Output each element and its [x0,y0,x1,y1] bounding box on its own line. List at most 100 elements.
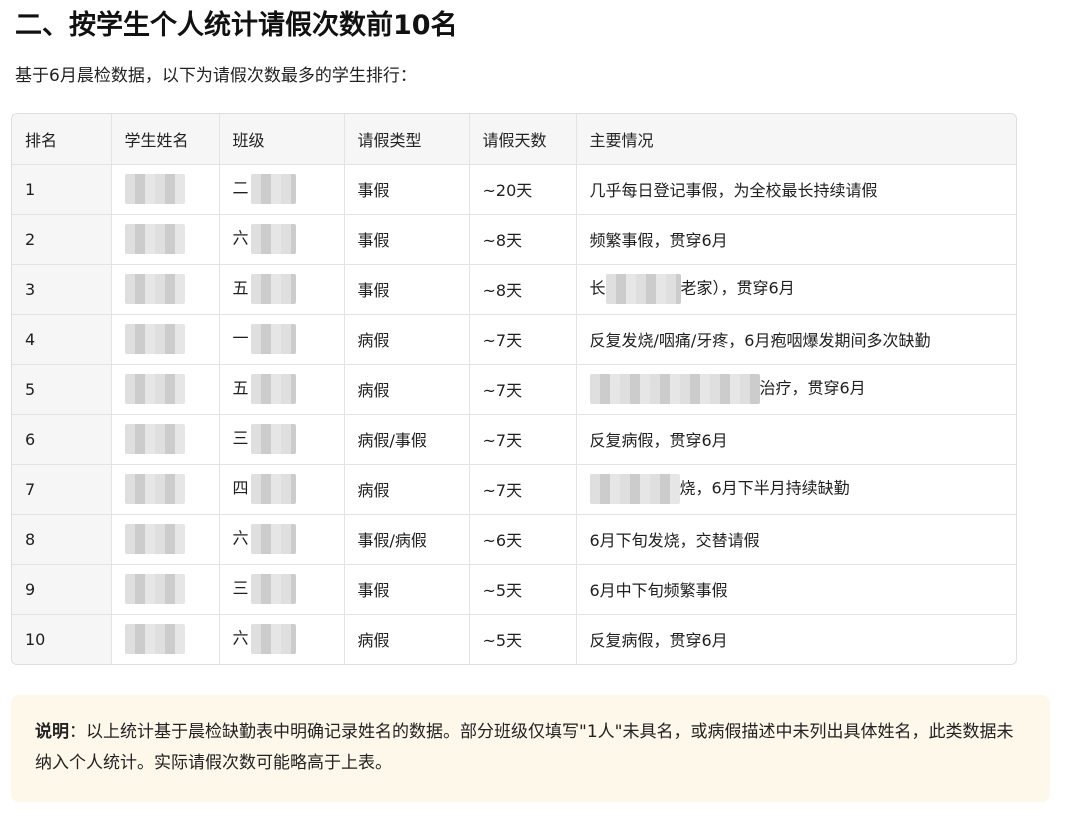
col-header-type: 请假类型 [344,114,470,165]
cell-rank: 2 [12,214,112,265]
cell-days: ~5天 [469,614,577,664]
table-row: 2 六 事假 ~8天 频繁事假，贯穿6月 [12,214,1016,265]
cell-class: 六 [219,514,345,565]
desc-text: 几乎每日登记事假，为全校最长持续请假 [589,181,878,200]
cell-days: ~20天 [469,164,577,215]
cell-type: 病假 [344,364,470,415]
redacted-class [250,224,296,254]
class-prefix: 四 [232,478,249,498]
redacted-name [124,324,185,354]
cell-type: 事假 [344,264,470,315]
cell-desc: 6月中下旬频繁事假 [576,564,1016,615]
redacted-class [250,324,296,354]
cell-class: 四 [219,464,345,515]
cell-desc: 反复病假，贯穿6月 [576,614,1016,664]
cell-days: ~7天 [469,414,577,465]
desc-text: 6月下旬发烧，交替请假 [589,531,760,550]
desc-text: 烧，6月下半月持续缺勤 [679,478,850,498]
table-row: 9 三 事假 ~5天 6月中下旬频繁事假 [12,564,1016,615]
cell-type: 事假 [344,164,470,215]
redacted-name [124,224,185,254]
cell-rank: 5 [12,364,112,415]
class-prefix: 六 [232,228,249,248]
cell-days: ~8天 [469,214,577,265]
redacted-class [250,574,296,604]
cell-rank: 4 [12,314,112,365]
cell-class: 二 [219,164,345,215]
cell-days: ~7天 [469,464,577,515]
col-header-rank: 排名 [12,114,112,165]
redacted-desc [589,474,680,504]
table-row: 8 六 事假/病假 ~6天 6月下旬发烧，交替请假 [12,514,1016,565]
cell-type: 事假/病假 [344,514,470,565]
cell-name-redacted [111,264,220,315]
note-box: 说明：以上统计基于晨检缺勤表中明确记录姓名的数据。部分班级仅填写"1人"未具名，… [11,695,1050,802]
redacted-class [250,624,296,655]
cell-days: ~5天 [469,564,577,615]
cell-rank: 7 [12,464,112,515]
redacted-class [250,174,296,204]
class-prefix: 六 [232,528,249,548]
col-header-days: 请假天数 [469,114,577,165]
class-prefix: 二 [232,178,249,198]
cell-name-redacted [111,414,220,465]
redacted-name [124,624,185,655]
cell-days: ~7天 [469,314,577,365]
table-row: 1 二 事假 ~20天 几乎每日登记事假，为全校最长持续请假 [12,164,1016,215]
redacted-name [124,524,185,554]
leave-ranking-table: 排名 学生姓名 班级 请假类型 请假天数 主要情况 1 二事假 ~20天 几乎每日登记… [11,113,1017,665]
cell-desc: 几乎每日登记事假，为全校最长持续请假 [576,164,1016,215]
redacted-class [250,474,296,504]
cell-desc: 反复病假，贯穿6月 [576,414,1016,465]
desc-text: 反复发烧/咽痛/牙疼，6月疱咽爆发期间多次缺勤 [589,331,931,350]
desc-text: 反复病假，贯穿6月 [589,631,728,651]
redacted-name [124,424,185,454]
desc-prefix: 长 [589,278,606,298]
cell-desc: 长 老家），贯穿6月 [576,264,1016,315]
table-row: 4 一 病假 ~7天 反复发烧/咽痛/牙疼，6月疱咽爆发期间多次缺勤 [12,314,1016,365]
redacted-desc [589,374,760,404]
redacted-name [124,274,185,304]
cell-class: 一 [219,314,345,365]
cell-class: 三 [219,564,345,615]
cell-type: 病假 [344,464,470,515]
cell-rank: 1 [12,164,112,215]
intro-text: 基于6月晨检数据，以下为请假次数最多的学生排行： [15,66,417,86]
cell-rank: 3 [12,264,112,315]
cell-days: ~6天 [469,514,577,565]
cell-days: ~7天 [469,364,577,415]
cell-desc: 反复发烧/咽痛/牙疼，6月疱咽爆发期间多次缺勤 [576,314,1016,365]
cell-days: ~8天 [469,264,577,315]
col-header-desc: 主要情况 [576,114,1016,165]
redacted-name [124,374,185,404]
desc-text: 6月中下旬频繁事假 [589,581,728,600]
cell-type: 事假 [344,214,470,265]
cell-name-redacted [111,464,220,515]
class-prefix: 六 [232,628,249,648]
cell-type: 事假 [344,564,470,615]
table-header-row: 排名 学生姓名 班级 请假类型 请假天数 主要情况 [12,114,1016,165]
redacted-desc [605,274,681,304]
cell-desc: 频繁事假，贯穿6月 [576,214,1016,265]
col-header-name: 学生姓名 [111,114,220,165]
cell-desc: 6月下旬发烧，交替请假 [576,514,1016,565]
cell-class: 五 [219,364,345,415]
cell-name-redacted [111,364,220,415]
cell-rank: 6 [12,414,112,465]
cell-name-redacted [111,214,220,265]
cell-type: 病假 [344,614,470,664]
cell-name-redacted [111,164,220,215]
table-row: 10 六 病假 ~5天 反复病假，贯穿6月 [12,614,1016,664]
cell-class: 六 [219,614,345,664]
redacted-name [124,174,185,204]
cell-desc: 治疗，贯穿6月 [576,364,1016,415]
class-prefix: 五 [232,278,249,298]
table-body: 1 二事假 ~20天 几乎每日登记事假，为全校最长持续请假 2 六事假 ~8天 频繁事假，贯穿… [12,164,1016,664]
desc-text: 治疗，贯穿6月 [759,378,866,398]
desc-text: 反复病假，贯穿6月 [589,431,728,450]
table-row: 3 五 事假 ~8天长 老家），贯穿6月 [12,264,1016,315]
cell-desc: 烧，6月下半月持续缺勤 [576,464,1016,515]
class-prefix: 一 [232,328,249,348]
cell-rank: 8 [12,514,112,565]
redacted-name [124,474,185,504]
